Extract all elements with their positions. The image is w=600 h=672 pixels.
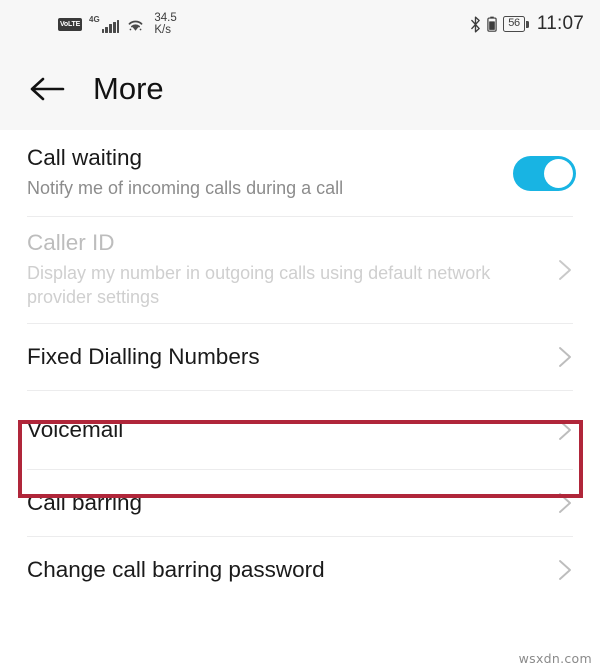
list-item-caller-id[interactable]: Caller ID Display my number in outgoing … <box>0 217 600 323</box>
volte-icon: VoLTE <box>58 17 82 31</box>
list-item-title: Fixed Dialling Numbers <box>27 343 260 369</box>
list-item-text-group: Caller ID Display my number in outgoing … <box>27 230 527 309</box>
list-item-text-group: Call barring <box>27 490 142 517</box>
settings-list: Call waiting Notify me of incoming calls… <box>0 130 600 603</box>
network-type-label: 4G <box>89 15 100 24</box>
status-bar-clock: 11:07 <box>536 13 584 34</box>
status-bar-left: VoLTE 4G 34.5 K/s <box>0 12 177 36</box>
list-item-title: Call waiting <box>27 145 143 171</box>
list-item-title: Caller ID <box>27 230 115 256</box>
toggle-knob <box>544 158 573 188</box>
list-item-call-waiting[interactable]: Call waiting Notify me of incoming calls… <box>0 130 600 216</box>
data-speed-value: 34.5 <box>154 11 177 24</box>
list-item-text-group: Change call barring password <box>27 557 325 584</box>
battery-percent-value: 56 <box>503 16 525 32</box>
chevron-right-icon <box>554 415 576 445</box>
watermark: wsxdn.com <box>518 651 592 666</box>
list-item-fixed-dialling-numbers[interactable]: Fixed Dialling Numbers <box>0 324 600 390</box>
bluetooth-icon <box>470 15 481 33</box>
list-item-title: Call barring <box>27 489 143 515</box>
battery-icon <box>487 16 497 32</box>
wifi-icon <box>126 17 145 32</box>
data-speed-unit: K/s <box>154 24 172 36</box>
signal-bars-glyph <box>101 20 120 33</box>
call-waiting-toggle[interactable] <box>513 155 576 191</box>
list-item-change-call-barring-password[interactable]: Change call barring password <box>0 537 600 603</box>
list-item-subtitle: Display my number in outgoing calls usin… <box>27 263 491 307</box>
chevron-right-icon <box>554 488 576 518</box>
list-item-title: Change call barring password <box>27 556 325 582</box>
list-item-text-group: Call waiting Notify me of incoming calls… <box>27 145 343 200</box>
list-item-text-group: Fixed Dialling Numbers <box>27 344 260 371</box>
battery-nub <box>526 20 529 28</box>
list-item-title: Voicemail <box>27 416 124 442</box>
list-item-text-group: Voicemail <box>27 417 123 444</box>
page-title: More <box>93 71 164 106</box>
list-item-subtitle: Notify me of incoming calls during a cal… <box>27 177 344 198</box>
chevron-right-icon <box>554 342 576 372</box>
list-item-voicemail[interactable]: Voicemail <box>0 391 600 469</box>
battery-percent-badge: 56 <box>503 16 529 32</box>
signal-bars-icon: 4G <box>89 15 120 33</box>
status-bar-right: 56 11:07 <box>470 13 584 35</box>
data-speed-indicator: 34.5 K/s <box>154 12 176 36</box>
chevron-right-icon <box>554 255 576 285</box>
list-item-call-barring[interactable]: Call barring <box>0 470 600 536</box>
status-bar: VoLTE 4G 34.5 K/s 56 11:07 <box>0 0 600 48</box>
app-bar: More <box>0 48 600 130</box>
chevron-right-icon <box>554 555 576 585</box>
back-button[interactable] <box>28 74 66 104</box>
